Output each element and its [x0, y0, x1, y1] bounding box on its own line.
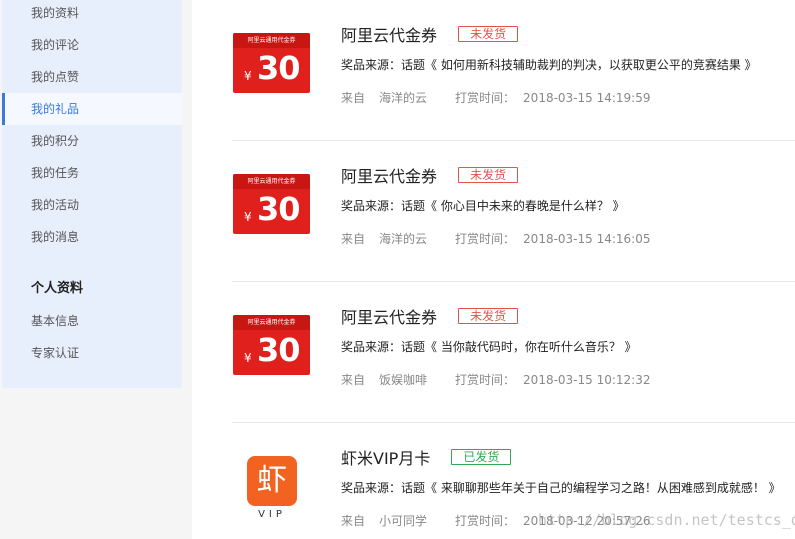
- gift-source: 奖品来源：话题《 来聊聊那些年关于自己的编程学习之路！从困难感到成就感！ 》: [341, 479, 781, 496]
- from-label: 来自: [341, 373, 366, 387]
- from-label: 来自: [341, 91, 366, 105]
- gift-time: 2018-03-15 14:19:59: [523, 91, 651, 105]
- from-user[interactable]: 海洋的云: [379, 91, 427, 105]
- time-label: 打赏时间：: [455, 514, 516, 528]
- coupon-band-text: 阿里云通用代金券: [233, 174, 310, 189]
- coupon-image: 阿里云通用代金券 ¥ 30: [233, 33, 310, 93]
- sidebar-item-likes[interactable]: 我的点赞: [2, 61, 182, 93]
- source-label: 奖品来源：话题: [341, 199, 426, 213]
- sidebar-item-activities[interactable]: 我的活动: [2, 189, 182, 221]
- sidebar-item-points[interactable]: 我的积分: [2, 125, 182, 157]
- gift-title-line: 阿里云代金券 未发货: [341, 163, 519, 187]
- sidebar-item-tasks[interactable]: 我的任务: [2, 157, 182, 189]
- sidebar: 我的资料 我的评论 我的点赞 我的礼品 我的积分 我的任务 我的活动 我的消息 …: [2, 0, 182, 388]
- topic-link[interactable]: 《 如何用新科技辅助裁判的判决，以获取更公平的竞赛结果 》: [425, 58, 757, 72]
- gift-title: 阿里云代金券: [341, 26, 438, 45]
- coupon-image: 阿里云通用代金券 ¥ 30: [233, 315, 310, 375]
- from-user[interactable]: 海洋的云: [379, 232, 427, 246]
- time-label: 打赏时间：: [455, 232, 516, 246]
- gift-meta: 来自 海洋的云 打赏时间： 2018-03-15 14:19:59: [341, 89, 651, 106]
- xiami-vip-logo: 虾 VIP: [247, 456, 297, 526]
- topic-link[interactable]: 《 你心目中未来的春晚是什么样？ 》: [425, 199, 625, 213]
- watermark: http://blog.csdn.net/testcs_dn: [538, 511, 795, 529]
- gift-item: 阿里云通用代金券 ¥ 30 阿里云代金券 未发货 奖品来源：话题《 如何用新科技…: [232, 0, 795, 141]
- gift-list: 阿里云通用代金券 ¥ 30 阿里云代金券 未发货 奖品来源：话题《 如何用新科技…: [192, 0, 795, 539]
- coupon-yen: ¥: [244, 351, 252, 365]
- gift-title: 阿里云代金券: [341, 308, 438, 327]
- from-label: 来自: [341, 514, 366, 528]
- sidebar-item-profile[interactable]: 我的资料: [2, 0, 182, 29]
- sidebar-item-messages[interactable]: 我的消息: [2, 221, 182, 253]
- gift-meta: 来自 饭娱咖啡 打赏时间： 2018-03-15 10:12:32: [341, 371, 651, 388]
- coupon-image: 阿里云通用代金券 ¥ 30: [233, 174, 310, 234]
- from-user[interactable]: 饭娱咖啡: [379, 373, 427, 387]
- gift-title: 阿里云代金券: [341, 167, 438, 186]
- coupon-amount: 30: [257, 190, 301, 228]
- sidebar-item-expert-cert[interactable]: 专家认证: [2, 337, 182, 369]
- source-label: 奖品来源：话题: [341, 58, 426, 72]
- sidebar-item-comments[interactable]: 我的评论: [2, 29, 182, 61]
- gift-title: 虾米VIP月卡: [341, 449, 431, 468]
- gift-time: 2018-03-15 14:16:05: [523, 232, 651, 246]
- source-label: 奖品来源：话题: [341, 481, 426, 495]
- coupon-yen: ¥: [244, 69, 252, 83]
- gift-title-line: 阿里云代金券 未发货: [341, 22, 519, 46]
- gift-title-line: 阿里云代金券 未发货: [341, 304, 519, 328]
- gift-time: 2018-03-15 10:12:32: [523, 373, 651, 387]
- from-user[interactable]: 小可同学: [379, 514, 427, 528]
- sidebar-item-gifts[interactable]: 我的礼品: [2, 93, 182, 125]
- coupon-yen: ¥: [244, 210, 252, 224]
- time-label: 打赏时间：: [455, 91, 516, 105]
- sidebar-section-title: 个人资料: [31, 281, 84, 296]
- gift-item: 阿里云通用代金券 ¥ 30 阿里云代金券 未发货 奖品来源：话题《 当你敲代码时…: [232, 282, 795, 423]
- from-label: 来自: [341, 232, 366, 246]
- gift-source: 奖品来源：话题《 当你敲代码时，你在听什么音乐？ 》: [341, 338, 637, 355]
- gift-title-line: 虾米VIP月卡 已发货: [341, 445, 512, 469]
- source-label: 奖品来源：话题: [341, 340, 426, 354]
- status-badge: 未发货: [458, 308, 519, 324]
- gift-item: 阿里云通用代金券 ¥ 30 阿里云代金券 未发货 奖品来源：话题《 你心目中未来…: [232, 141, 795, 282]
- coupon-amount: 30: [257, 49, 301, 87]
- gift-source: 奖品来源：话题《 你心目中未来的春晚是什么样？ 》: [341, 197, 625, 214]
- coupon-band-text: 阿里云通用代金券: [233, 33, 310, 48]
- topic-link[interactable]: 《 当你敲代码时，你在听什么音乐？ 》: [425, 340, 637, 354]
- vip-text: VIP: [258, 509, 286, 520]
- status-badge: 已发货: [451, 449, 512, 465]
- time-label: 打赏时间：: [455, 373, 516, 387]
- gift-meta: 来自 海洋的云 打赏时间： 2018-03-15 14:16:05: [341, 230, 651, 247]
- topic-link[interactable]: 《 来聊聊那些年关于自己的编程学习之路！从困难感到成就感！ 》: [425, 481, 781, 495]
- status-badge: 未发货: [458, 26, 519, 42]
- sidebar-background: 我的资料 我的评论 我的点赞 我的礼品 我的积分 我的任务 我的活动 我的消息 …: [0, 0, 192, 539]
- coupon-band-text: 阿里云通用代金券: [233, 315, 310, 330]
- sidebar-item-basic-info[interactable]: 基本信息: [2, 305, 182, 337]
- coupon-amount: 30: [257, 331, 301, 369]
- xiami-icon: 虾: [247, 456, 297, 506]
- gift-source: 奖品来源：话题《 如何用新科技辅助裁判的判决，以获取更公平的竞赛结果 》: [341, 56, 757, 73]
- status-badge: 未发货: [458, 167, 519, 183]
